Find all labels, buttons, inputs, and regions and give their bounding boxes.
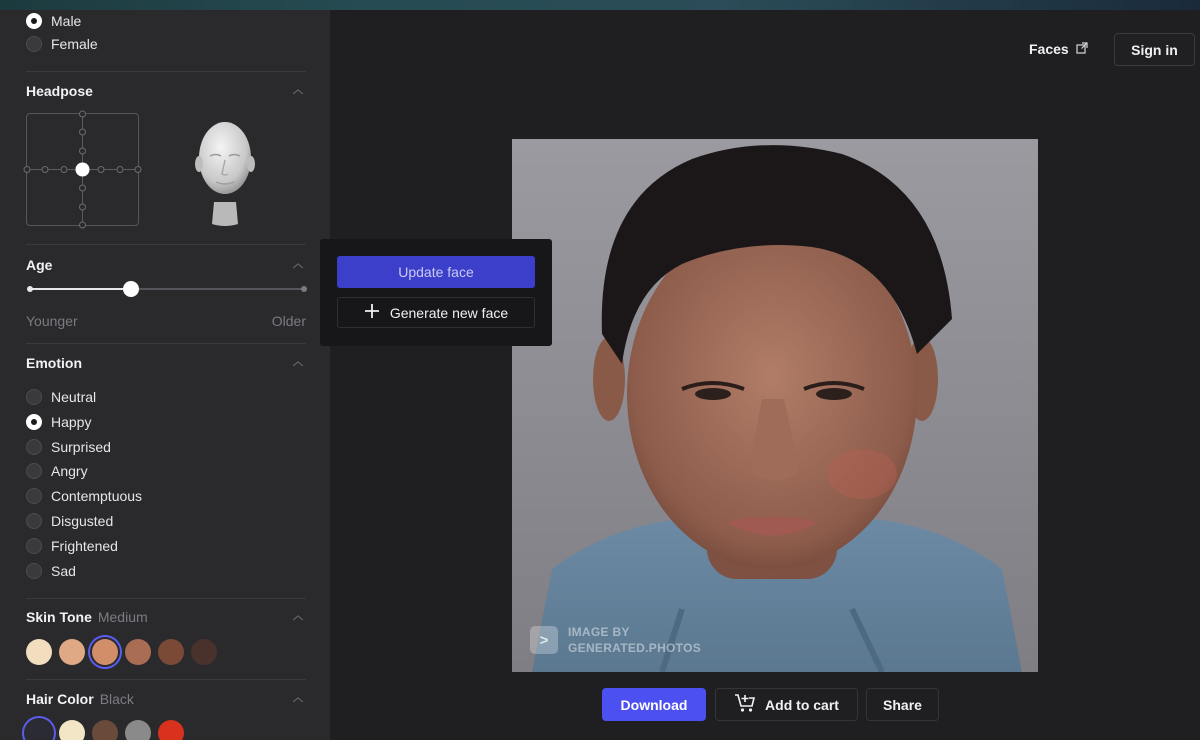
sign-in-button[interactable]: Sign in xyxy=(1114,33,1195,66)
face-settings-sidebar: Male Female Headpose Age Younger Older E… xyxy=(0,10,330,740)
gender-option-male[interactable]: Male xyxy=(26,13,81,29)
emotion-option-contemptuous[interactable]: Contemptuous xyxy=(26,488,143,505)
skin-tone-title: Skin Tone xyxy=(26,609,92,625)
emotion-option-neutral[interactable]: Neutral xyxy=(26,389,96,405)
top-accent-bar xyxy=(0,0,1200,10)
add-to-cart-button[interactable]: Add to cart xyxy=(715,688,858,721)
emotion-option-label: Happy xyxy=(51,413,92,430)
age-max-label: Older xyxy=(271,313,306,329)
emotion-option-surprised[interactable]: Surprised xyxy=(26,438,111,455)
radio-button[interactable] xyxy=(26,13,42,29)
section-divider xyxy=(26,679,306,680)
generated-photos-logo-icon: > xyxy=(530,626,558,654)
emotion-section-title: Emotion xyxy=(26,355,82,371)
emotion-option-label: Contemptuous xyxy=(51,488,143,505)
hair-color-swatch-2[interactable] xyxy=(59,720,85,740)
share-button[interactable]: Share xyxy=(866,688,939,721)
skin-tone-swatch-3[interactable] xyxy=(92,639,118,665)
hair-color-title: Hair Color xyxy=(26,691,94,707)
emotion-option-sad[interactable]: Sad xyxy=(26,562,76,579)
skin-tone-section-title: Skin Tone Medium xyxy=(26,609,148,625)
generated-face-image: > IMAGE BY GENERATED.PHOTOS xyxy=(512,139,1038,672)
slider-max-dot xyxy=(301,286,307,292)
emotion-option-label: Frightened xyxy=(51,537,118,554)
chevron-up-icon[interactable] xyxy=(292,696,304,704)
radio-button[interactable] xyxy=(26,488,42,505)
headpose-pad[interactable] xyxy=(23,110,142,229)
faces-link-label: Faces xyxy=(1029,41,1069,57)
age-min-label: Younger xyxy=(26,313,78,329)
slider-min-dot xyxy=(27,286,33,292)
generate-new-face-label: Generate new face xyxy=(389,304,509,321)
emotion-option-label: Neutral xyxy=(51,389,97,405)
gender-option-label: Female xyxy=(51,36,98,52)
watermark-line-2: GENERATED.PHOTOS xyxy=(568,641,702,655)
hair-color-swatch-4[interactable] xyxy=(125,720,151,740)
skin-tone-current-value: Medium xyxy=(97,609,148,625)
emotion-option-disgusted[interactable]: Disgusted xyxy=(26,513,113,529)
headpose-section-title: Headpose xyxy=(26,83,93,99)
emotion-option-label: Sad xyxy=(51,562,76,579)
hair-color-section-title: Hair Color Black xyxy=(26,691,134,707)
download-button[interactable]: Download xyxy=(602,688,706,721)
head-preview-image xyxy=(192,116,258,228)
emotion-option-label: Surprised xyxy=(51,438,111,455)
chevron-up-icon[interactable] xyxy=(292,262,304,270)
radio-button[interactable] xyxy=(26,513,42,529)
section-divider xyxy=(26,71,306,72)
radio-button[interactable] xyxy=(26,537,42,554)
chevron-up-icon[interactable] xyxy=(292,360,304,368)
section-divider xyxy=(26,244,306,245)
radio-button[interactable] xyxy=(26,438,42,455)
skin-tone-swatch-5[interactable] xyxy=(158,639,184,665)
watermark: > IMAGE BY GENERATED.PHOTOS xyxy=(530,624,701,656)
radio-button[interactable] xyxy=(26,413,42,430)
section-divider xyxy=(26,598,306,599)
emotion-option-angry[interactable]: Angry xyxy=(26,463,88,480)
skin-tone-swatch-4[interactable] xyxy=(125,639,151,665)
skin-tone-swatch-1[interactable] xyxy=(26,639,52,665)
update-face-button[interactable]: Update face xyxy=(337,256,535,288)
face-action-popup: Update face Generate new face xyxy=(320,239,552,346)
age-section-title: Age xyxy=(26,257,53,273)
emotion-option-frightened[interactable]: Frightened xyxy=(26,537,118,554)
generate-new-face-button[interactable]: Generate new face xyxy=(337,297,535,328)
hair-color-swatch-3[interactable] xyxy=(92,720,118,740)
watermark-line-1: IMAGE BY xyxy=(568,625,630,639)
chevron-up-icon[interactable] xyxy=(292,88,304,96)
skin-tone-swatch-2[interactable] xyxy=(59,639,85,665)
external-link-icon xyxy=(1076,41,1088,57)
emotion-option-label: Disgusted xyxy=(51,513,114,529)
plus-icon xyxy=(364,303,380,322)
radio-button[interactable] xyxy=(26,562,42,579)
cart-plus-icon xyxy=(734,693,756,716)
hair-color-swatch-5[interactable] xyxy=(158,720,184,740)
radio-button[interactable] xyxy=(26,36,42,52)
gender-option-female[interactable]: Female xyxy=(26,36,98,52)
faces-link[interactable]: Faces xyxy=(1029,41,1088,57)
radio-button[interactable] xyxy=(26,389,42,405)
add-to-cart-label: Add to cart xyxy=(765,696,839,713)
skin-tone-swatch-6[interactable] xyxy=(191,639,217,665)
emotion-option-happy[interactable]: Happy xyxy=(26,413,92,430)
headpose-handle[interactable] xyxy=(75,162,90,177)
gender-option-label: Male xyxy=(51,13,82,29)
section-divider xyxy=(26,343,306,344)
emotion-option-label: Angry xyxy=(51,463,88,480)
radio-button[interactable] xyxy=(26,463,42,480)
age-slider[interactable] xyxy=(27,281,307,297)
age-slider-fill xyxy=(30,288,132,290)
hair-color-swatch-1[interactable] xyxy=(26,720,52,740)
age-slider-handle[interactable] xyxy=(123,281,140,297)
hair-color-current-value: Black xyxy=(99,691,134,707)
chevron-up-icon[interactable] xyxy=(292,614,304,622)
